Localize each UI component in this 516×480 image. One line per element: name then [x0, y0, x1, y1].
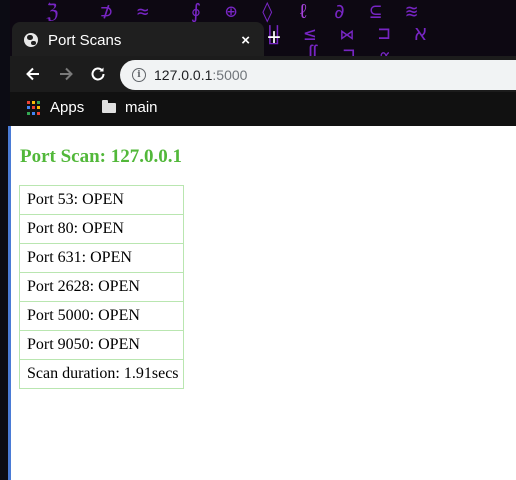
table-row: Port 5000: OPEN: [19, 301, 184, 331]
back-arrow-icon[interactable]: [23, 64, 43, 84]
bookmark-main[interactable]: main: [125, 99, 158, 116]
reload-icon[interactable]: [88, 64, 108, 84]
url-port: :5000: [212, 67, 248, 83]
info-icon[interactable]: i: [132, 68, 146, 82]
table-row: Port 80: OPEN: [19, 214, 184, 244]
port-cell: Port 80: OPEN: [19, 214, 184, 244]
table-row: Port 2628: OPEN: [19, 272, 184, 302]
url-host: 127.0.0.1: [154, 67, 213, 83]
port-cell: Port 5000: OPEN: [19, 301, 184, 331]
port-scan-table: Port 53: OPEN Port 80: OPEN Port 631: OP…: [19, 185, 184, 389]
globe-icon: [24, 33, 38, 47]
port-cell: Port 9050: OPEN: [19, 330, 184, 360]
new-tab-button[interactable]: +: [262, 26, 286, 52]
port-cell: Port 53: OPEN: [19, 185, 184, 215]
page-content: Port Scan: 127.0.0.1 Port 53: OPEN Port …: [11, 126, 516, 480]
apps-grid-icon[interactable]: [27, 101, 41, 115]
table-row: Port 53: OPEN: [19, 185, 184, 215]
port-cell: Port 2628: OPEN: [19, 272, 184, 302]
folder-icon[interactable]: [102, 100, 116, 113]
table-row: Port 9050: OPEN: [19, 330, 184, 360]
url-text[interactable]: 127.0.0.1:5000: [154, 67, 247, 83]
forward-arrow-icon[interactable]: [56, 64, 76, 84]
tab-close-button[interactable]: ×: [241, 32, 250, 49]
bookmark-apps[interactable]: Apps: [50, 99, 84, 116]
table-row: Scan duration: 1.91secs: [19, 359, 184, 389]
page-title: Port Scan: 127.0.0.1: [20, 146, 183, 167]
browser-tab[interactable]: Port Scans ×: [12, 22, 264, 58]
bookmarks-bar: Apps main: [10, 92, 516, 126]
scan-duration-cell: Scan duration: 1.91secs: [19, 359, 184, 389]
port-cell: Port 631: OPEN: [19, 243, 184, 273]
address-bar[interactable]: i 127.0.0.1:5000: [120, 60, 516, 90]
table-row: Port 631: OPEN: [19, 243, 184, 273]
tab-title: Port Scans: [48, 31, 122, 49]
